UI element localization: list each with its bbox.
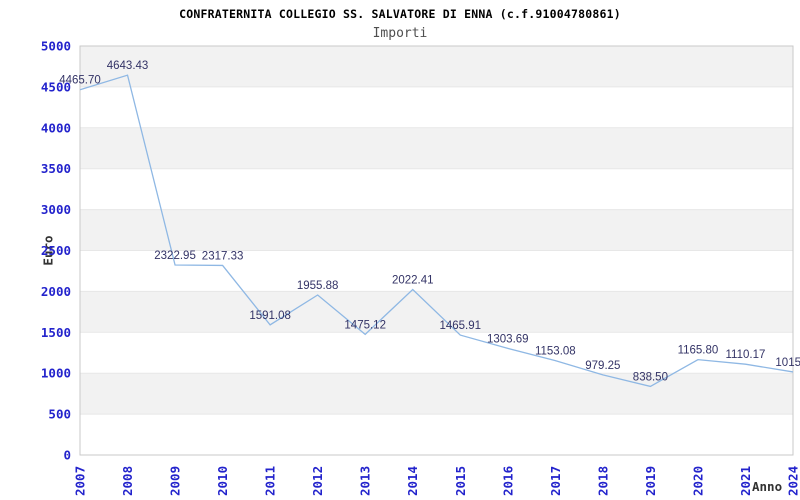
x-tick-label: 2008	[120, 466, 135, 496]
y-tick-label: 1500	[41, 325, 71, 340]
x-tick-label: 2016	[500, 466, 515, 496]
y-tick-label: 4000	[41, 120, 71, 135]
grid-band	[80, 168, 793, 210]
point-label: 1591.08	[249, 310, 291, 322]
x-tick-label: 2021	[738, 466, 753, 496]
x-tick-label: 2018	[595, 466, 610, 496]
x-tick-label: 2015	[453, 466, 468, 496]
point-label: 2317.33	[202, 250, 244, 262]
chart-container: CONFRATERNITA COLLEGIO SS. SALVATORE DI …	[0, 0, 800, 500]
x-tick-label: 2009	[168, 466, 183, 496]
x-tick-label: 2017	[548, 466, 563, 496]
point-label: 1015.3	[775, 357, 800, 369]
plot-area: 0500100015002000250030003500400045005000…	[41, 39, 800, 497]
point-label: 1153.08	[535, 346, 576, 358]
x-tick-label: 2020	[690, 466, 705, 496]
point-label: 1475.12	[344, 319, 386, 331]
y-tick-label: 500	[48, 407, 71, 422]
x-tick-label: 2024	[786, 466, 800, 496]
point-label: 4643.43	[107, 60, 149, 72]
y-tick-label: 1000	[41, 366, 71, 381]
x-tick-label: 2010	[215, 466, 230, 496]
y-tick-label: 2500	[41, 243, 71, 258]
point-label: 1465.91	[439, 320, 481, 332]
x-tick-label: 2013	[358, 466, 373, 496]
x-tick-label: 2011	[263, 466, 278, 496]
grid-band	[80, 127, 793, 169]
x-tick-label: 2019	[643, 466, 658, 496]
x-tick-label: 2014	[405, 466, 420, 496]
point-label: 1955.88	[297, 280, 339, 292]
y-tick-label: 2000	[41, 284, 71, 299]
point-label: 2022.41	[392, 275, 434, 287]
y-tick-label: 0	[63, 448, 71, 463]
grid-band	[80, 209, 793, 251]
y-tick-label: 5000	[41, 39, 71, 54]
point-label: 979.25	[585, 360, 620, 372]
x-tick-label: 2012	[310, 466, 325, 496]
y-tick-label: 3500	[41, 161, 71, 176]
grid-band	[80, 414, 793, 455]
grid-band	[80, 86, 793, 128]
point-label: 2322.95	[154, 250, 196, 262]
point-label: 1110.17	[726, 349, 766, 361]
grid-band	[80, 373, 793, 415]
point-label: 838.50	[633, 371, 668, 383]
point-label: 1165.80	[678, 345, 719, 357]
point-label: 1303.69	[487, 333, 529, 345]
x-tick-label: 2007	[73, 466, 88, 496]
y-tick-label: 3000	[41, 202, 71, 217]
point-label: 4465.70	[59, 75, 101, 87]
grid-band	[80, 46, 793, 87]
